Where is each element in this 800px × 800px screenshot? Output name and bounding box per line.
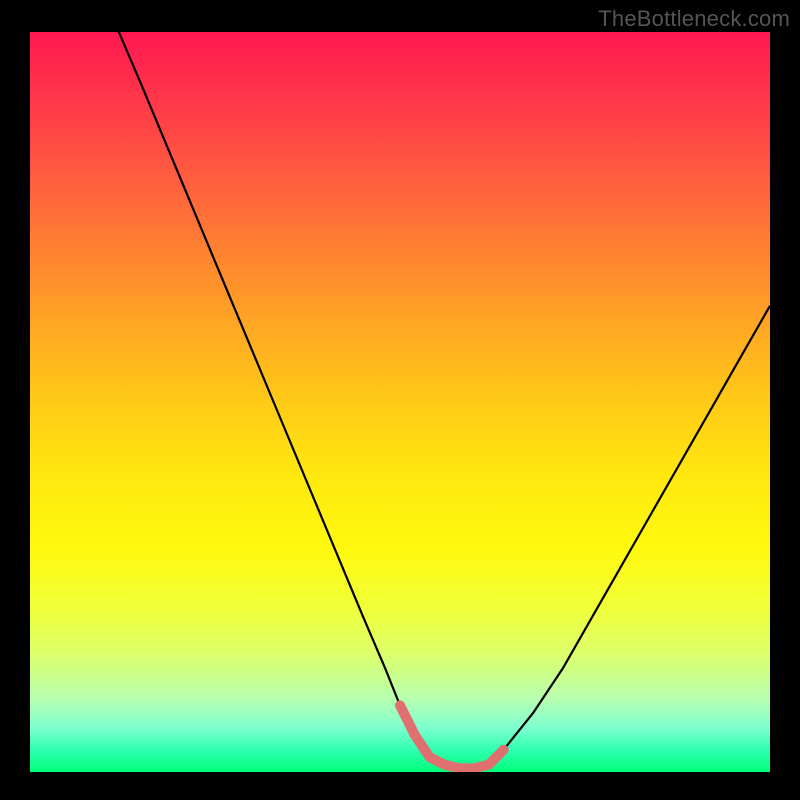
trough-highlight	[400, 705, 504, 768]
plot-area	[30, 32, 770, 772]
bottleneck-curve	[119, 32, 770, 768]
chart-frame: TheBottleneck.com	[0, 0, 800, 800]
curve-svg	[30, 32, 770, 772]
watermark-text: TheBottleneck.com	[598, 6, 790, 32]
